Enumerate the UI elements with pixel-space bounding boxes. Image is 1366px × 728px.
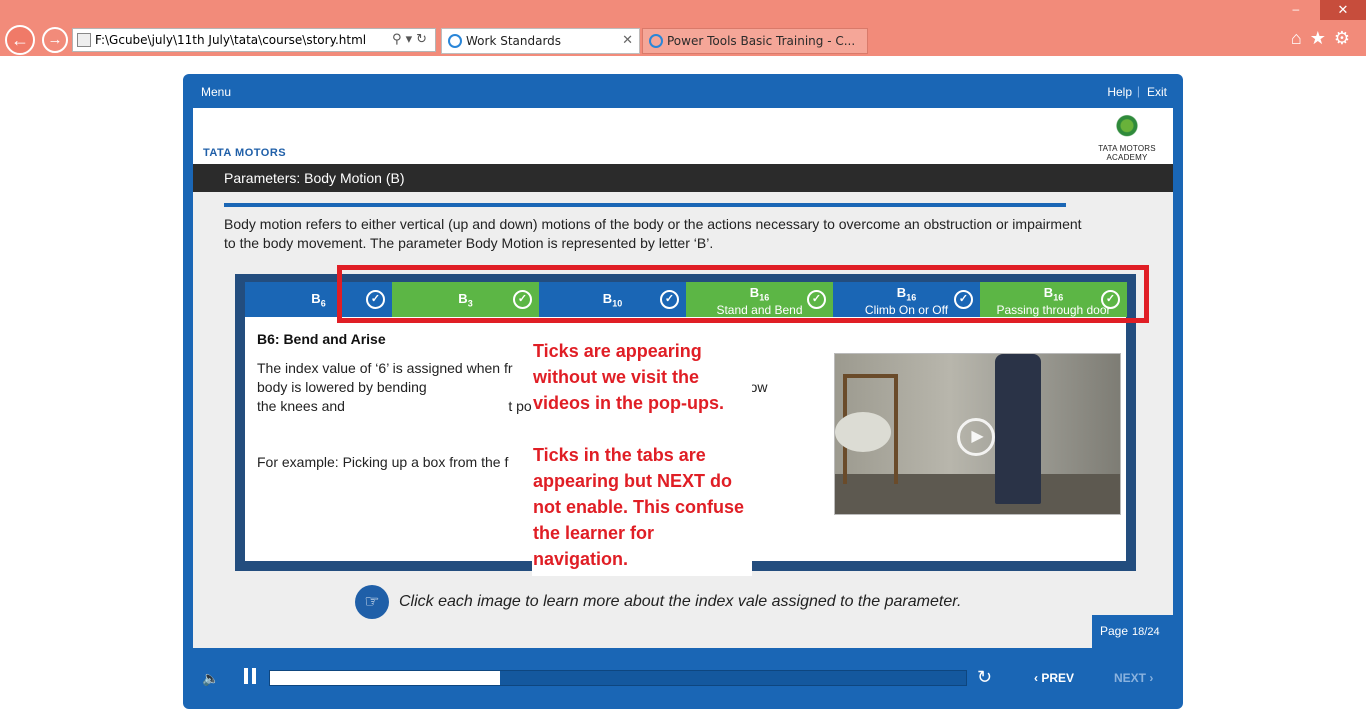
seek-bar[interactable] <box>269 670 967 686</box>
page-favicon-icon <box>77 33 91 47</box>
close-icon[interactable]: ✕ <box>622 29 633 53</box>
slide-header: TATA MOTORS TATA MOTORS ACADEMY <box>193 108 1173 164</box>
link-separator: | <box>1136 84 1140 98</box>
forward-arrow-icon[interactable]: → <box>42 27 68 53</box>
gear-icon[interactable]: ⚙ <box>1334 28 1358 48</box>
panel-example-text: For example: Picking up a box from the f <box>257 454 509 470</box>
tata-motors-logo: TATA MOTORS <box>203 147 287 159</box>
back-arrow-icon[interactable]: ← <box>5 25 35 55</box>
title-divider <box>224 203 1066 207</box>
panel-heading: B6: Bend and Arise <box>257 331 386 347</box>
exit-link[interactable]: Exit <box>1147 85 1167 99</box>
window-close-button[interactable]: ✕ <box>1320 0 1366 20</box>
page-number: 18/24 <box>1132 626 1160 638</box>
slide-canvas: TATA MOTORS TATA MOTORS ACADEMY Paramete… <box>193 108 1173 648</box>
page-indicator: Page 18/24 <box>1092 615 1173 648</box>
ie-icon <box>448 34 462 48</box>
hint-text: Click each image to learn more about the… <box>399 593 962 610</box>
minimize-icon[interactable]: – <box>1293 2 1322 16</box>
video-thumbnail[interactable]: ▶ <box>834 353 1121 515</box>
help-link[interactable]: Help <box>1107 85 1132 99</box>
page-label: Page <box>1100 624 1129 638</box>
home-icon[interactable]: ⌂ <box>1291 28 1310 48</box>
hand-pointer-icon: ☞ <box>355 585 389 619</box>
annotation-note-2: Ticks in the tabs are appearing but NEXT… <box>533 445 745 569</box>
academy-logo-text: TATA MOTORS ACADEMY <box>1098 144 1156 162</box>
refresh-icon[interactable]: ↻ <box>416 32 431 47</box>
slide-title: Parameters: Body Motion (B) <box>193 164 1173 192</box>
dropdown-icon[interactable]: ▾ <box>406 32 417 47</box>
menu-link[interactable]: Menu <box>201 85 231 99</box>
search-icon[interactable]: ⚲ <box>392 32 406 47</box>
seek-bar-progress <box>270 671 500 685</box>
prev-button[interactable]: ‹ PREV <box>1034 671 1074 685</box>
annotation-note-1: Ticks are appearing without we visit the… <box>533 341 725 413</box>
browser-chrome: ← → F:\Gcube\july\11th July\tata\course\… <box>0 0 1366 56</box>
next-button[interactable]: NEXT › <box>1114 671 1153 685</box>
play-icon[interactable]: ▶ <box>957 418 995 456</box>
ie-icon <box>649 34 663 48</box>
course-player: Menu Help | Exit TATA MOTORS TATA MOTORS… <box>183 74 1183 709</box>
star-icon[interactable]: ★ <box>1310 28 1334 48</box>
volume-icon[interactable]: 🔈 <box>202 670 219 687</box>
chevron-right-icon: › <box>1146 671 1154 685</box>
replay-icon[interactable]: ↻ <box>977 667 992 688</box>
tab-title: Power Tools Basic Training - C... <box>667 34 856 48</box>
browser-tab-work-standards[interactable]: Work Standards ✕ <box>441 28 640 54</box>
annotation-note: Ticks are appearing without we visit the… <box>532 338 752 576</box>
browser-toolbar-icons: ⌂★⚙ <box>1291 28 1358 49</box>
tree-logo-icon <box>1114 114 1140 140</box>
address-tools[interactable]: ⚲▾↻ <box>392 29 431 51</box>
player-controls: 🔈 ↻ ‹ PREV NEXT › <box>183 660 1183 700</box>
address-text: F:\Gcube\july\11th July\tata\course\stor… <box>95 33 367 47</box>
intro-text: Body motion refers to either vertical (u… <box>224 216 1082 251</box>
annotation-highlight-box <box>337 265 1149 323</box>
academy-logo: TATA MOTORS ACADEMY <box>1091 114 1163 162</box>
browser-tab-power-tools[interactable]: Power Tools Basic Training - C... <box>642 28 868 54</box>
address-bar[interactable]: F:\Gcube\july\11th July\tata\course\stor… <box>72 28 436 52</box>
tab-title: Work Standards <box>466 34 562 48</box>
pause-icon[interactable] <box>244 668 258 684</box>
